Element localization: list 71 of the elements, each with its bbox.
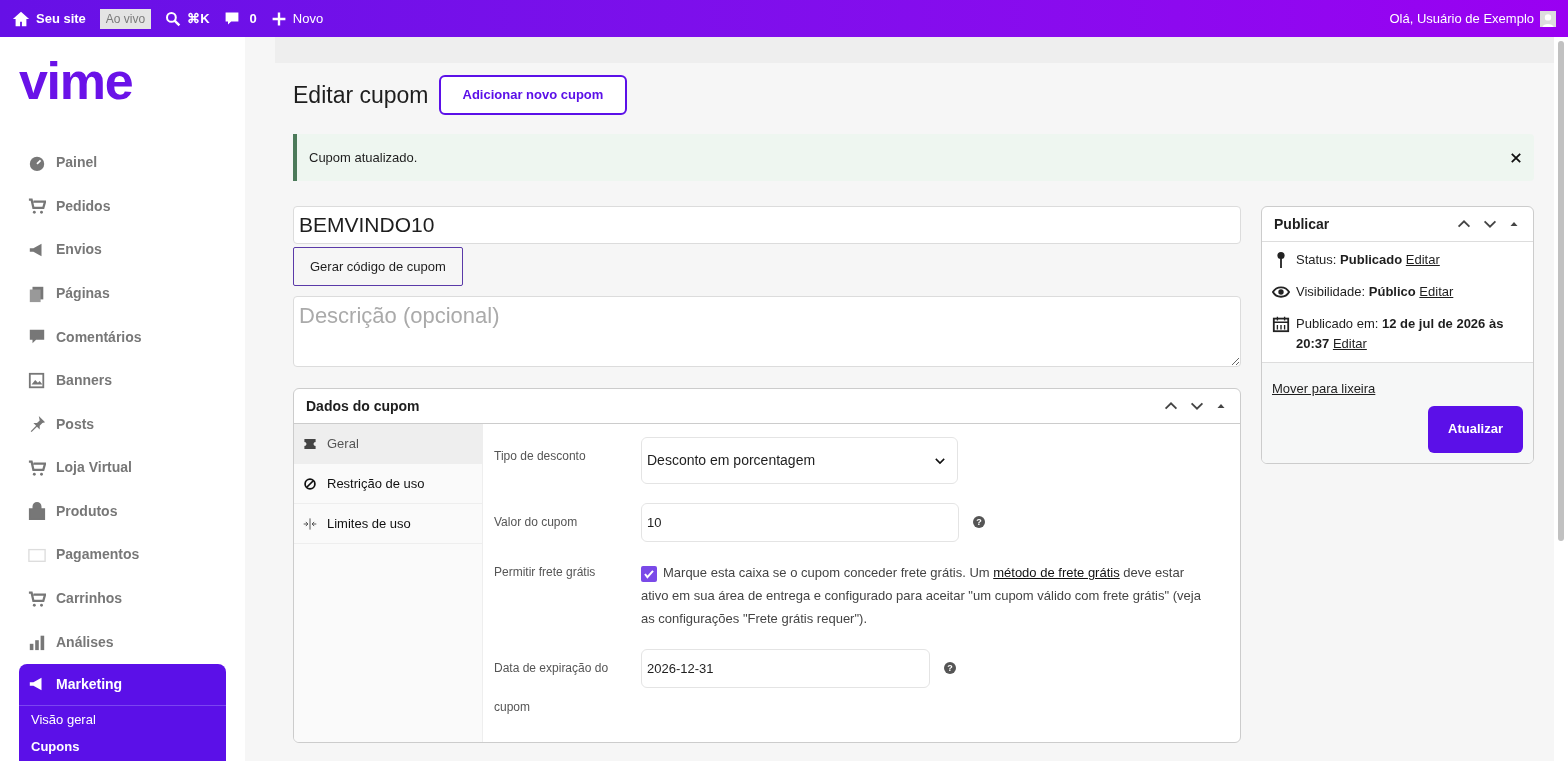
home-icon [12,9,30,28]
field-label: Permitir frete grátis [494,564,597,581]
cart-icon [28,458,46,477]
publish-info: Status: Publicado Editar [1296,251,1440,269]
panel-title: Publicar [1274,214,1330,234]
avatar-icon [1540,10,1556,27]
free-shipping-description: Marque esta caixa se o cupom conceder frete grátis. Um método de frete grátis deve estar ativo em sua área de entrega e configurado para aceitar "um cupom válido com frete grátis" (veja as configurações "Frete grátis requer"). [641,564,1202,628]
sidebar-item[interactable]: Carrinhos [19,576,226,621]
generate-code-button[interactable]: Gerar código de cupom [293,247,463,286]
publish-info: Publicado em: 12 de jul de 2026 às 20:37 Editar [1296,315,1505,353]
edit-link[interactable]: Editar [1332,336,1367,351]
user-menu[interactable]: Olá, Usuário de Exemplo [1389,8,1556,29]
cart-icon [28,197,46,216]
bar-chart-icon [28,633,46,652]
edit-link[interactable]: Editar [1405,252,1440,267]
sidebar-item[interactable]: Análises [19,620,226,664]
ticket-icon [303,436,317,451]
close-icon[interactable] [1510,151,1522,164]
sidebar-item[interactable]: Pagamentos [19,533,226,577]
eye-icon [1272,283,1290,301]
add-coupon-button[interactable]: Adicionar novo cupom [438,75,628,115]
sidebar-item[interactable]: Painel [19,141,226,185]
plus-icon [270,10,287,27]
sidebar-item[interactable]: Posts [19,402,226,447]
sidebar-item[interactable]: Pedidos [19,184,226,229]
free-shipping-checkbox[interactable] [641,565,657,582]
pin-icon [28,415,46,434]
coupon-code-field[interactable]: BEMVINDO10 [293,206,1241,244]
sidebar-item[interactable]: Produtos [19,489,226,534]
field-label: Valor do cupom [494,514,579,531]
search-icon [165,10,182,27]
update-button[interactable]: Atualizar [1428,405,1523,453]
prohibited-icon [303,476,317,491]
sidebar-item[interactable]: Comentários [19,315,226,359]
sidebar-item[interactable]: Banners [19,358,226,403]
bag-icon [28,502,46,521]
submenu-item[interactable]: Cupons [19,733,226,761]
scrollbar[interactable] [1558,41,1564,541]
new-link[interactable]: Novo [270,8,324,29]
notice-text: Cupom atualizado. [309,148,418,167]
trash-link[interactable]: Mover para lixeira [1272,379,1376,399]
field-label: Data de expiração do cupom [494,660,610,716]
live-badge: Ao vivo [99,8,152,29]
edit-link[interactable]: Editar [1419,284,1454,299]
help-tip[interactable]: ? [973,516,985,528]
help-tip[interactable]: ? [944,662,956,674]
logo: vime [19,55,133,107]
image-icon [28,371,46,390]
calendar-icon [1272,315,1290,333]
comments-link[interactable]: 0 [223,8,257,29]
panel-title: Dados do cupom [306,396,420,416]
page-title: Editar cupom [293,80,429,110]
submenu-item[interactable]: Visão geral [19,705,226,734]
sidebar-item[interactable]: Envios [19,228,226,272]
sidebar-item[interactable]: Marketing [19,663,226,706]
shipping-method-link[interactable]: método de frete grátis [993,565,1120,580]
arrows-inward-icon [303,516,317,531]
cart-icon [28,589,46,608]
expiry-date-field[interactable]: 2026-12-31 [641,649,930,688]
publish-info: Visibilidade: Público Editar [1296,283,1454,301]
site-link[interactable]: Seu site [12,8,86,29]
panel-tab[interactable]: Geral [294,424,482,464]
sidebar-item[interactable]: Loja Virtual [19,446,226,490]
description-field[interactable]: Descrição (opcional) [293,296,1241,367]
pages-icon [28,284,46,303]
sidebar-item[interactable]: Páginas [19,271,226,316]
search-button[interactable]: ⌘K [165,8,210,29]
field-label: Tipo de desconto [494,448,587,465]
coupon-amount-field[interactable]: 10 [641,503,959,542]
comment-icon [223,10,240,27]
discount-type-select[interactable]: Desconto em porcentagem [641,437,958,484]
